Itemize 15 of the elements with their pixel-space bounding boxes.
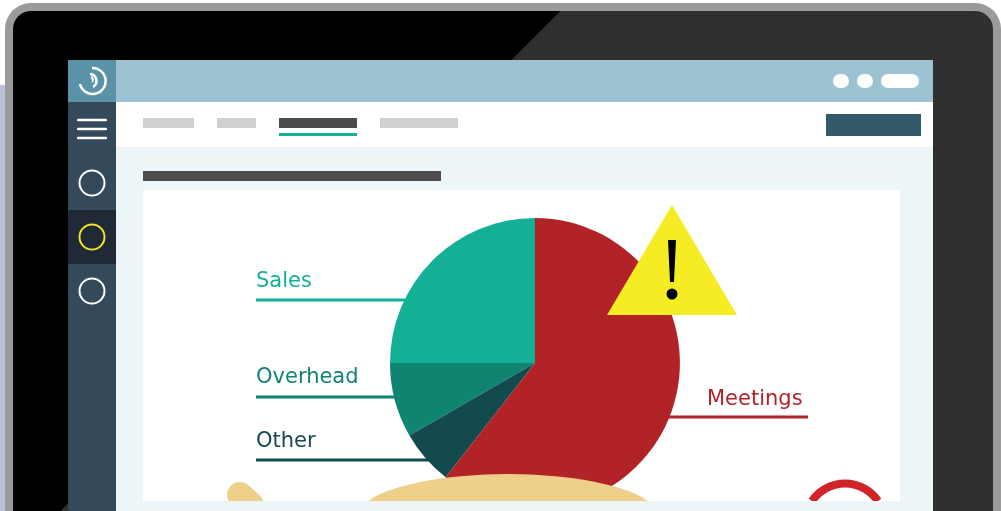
segment-label: Overhead	[256, 364, 359, 388]
spiral-logo-icon	[77, 66, 107, 96]
segment-label: Sales	[256, 268, 312, 292]
circle-icon	[78, 277, 106, 305]
segment-label: Meetings	[707, 386, 803, 410]
warning-icon	[607, 205, 737, 315]
action-button[interactable]	[826, 113, 921, 136]
peach-stroke-drawing	[227, 482, 264, 501]
menu-icon	[77, 118, 107, 140]
sidebar-item[interactable]	[68, 210, 116, 264]
tab[interactable]	[279, 117, 357, 136]
segment-label: Other	[256, 428, 316, 452]
circle-icon	[78, 223, 106, 251]
clock-icon	[808, 479, 882, 501]
circle-icon	[78, 169, 106, 197]
